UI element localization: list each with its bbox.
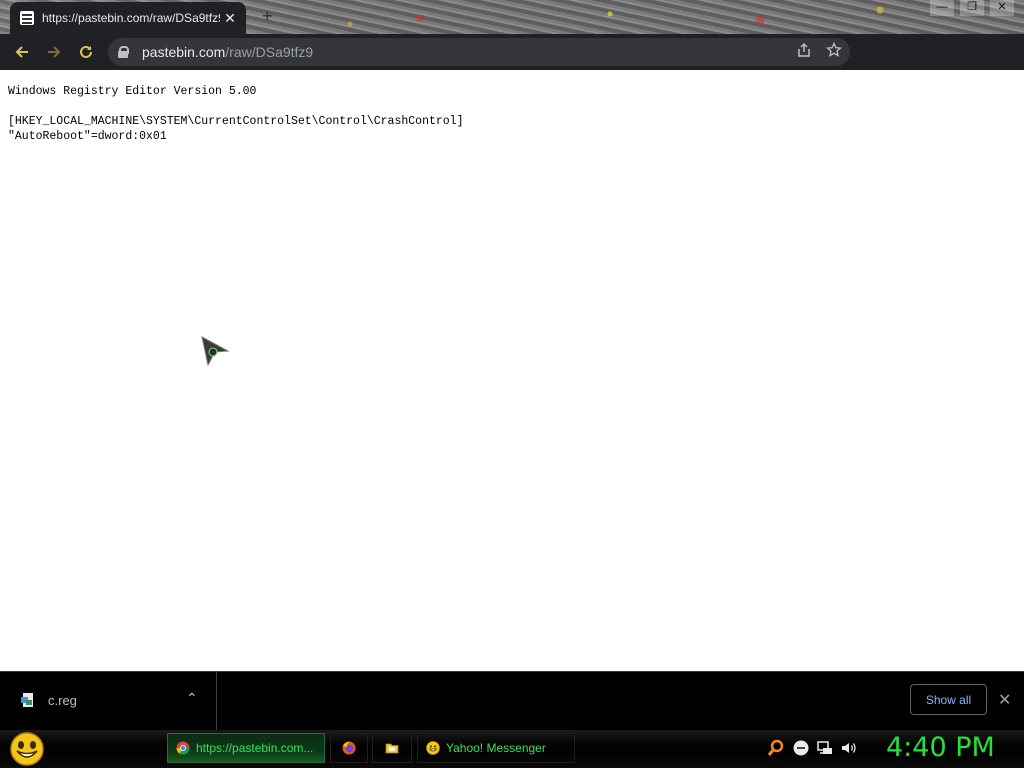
paste-line bbox=[8, 99, 463, 114]
page-content: Windows Registry Editor Version 5.00 [HKE… bbox=[0, 70, 1024, 671]
volume-tray-icon[interactable] bbox=[840, 739, 858, 757]
minimize-button[interactable]: — bbox=[930, 0, 954, 16]
window-controls: — ❐ ✕ bbox=[924, 0, 1014, 16]
paste-line: [HKEY_LOCAL_MACHINE\SYSTEM\CurrentContro… bbox=[8, 115, 464, 128]
close-download-shelf-button[interactable]: ✕ bbox=[998, 690, 1011, 710]
tab-close-button[interactable]: ✕ bbox=[222, 10, 238, 27]
taskbar-item-firefox[interactable] bbox=[330, 733, 368, 763]
reload-icon bbox=[80, 45, 92, 58]
start-button-smiley-icon[interactable] bbox=[8, 731, 46, 767]
taskbar-clock[interactable]: 4:40 PM bbox=[886, 732, 995, 763]
arrow-left-icon bbox=[15, 46, 28, 58]
window-close-button[interactable]: ✕ bbox=[990, 0, 1014, 16]
paste-line: Windows Registry Editor Version 5.00 bbox=[8, 85, 257, 98]
chrome-icon bbox=[176, 741, 190, 755]
download-item[interactable]: c.reg ⌃ bbox=[0, 672, 217, 730]
folder-icon bbox=[385, 743, 399, 754]
taskbar: https://pastebin.com... Yahoo! Messenger bbox=[0, 730, 1024, 768]
window-titlebar: https://pastebin.com/raw/DSa9tfz9 ✕ + — … bbox=[0, 0, 1024, 34]
arrow-right-icon bbox=[48, 46, 61, 58]
new-tab-button[interactable]: + bbox=[262, 6, 273, 27]
paste-line: "AutoReboot"=dword:0x01 bbox=[8, 130, 167, 143]
download-filename: c.reg bbox=[48, 693, 77, 708]
download-shelf: c.reg ⌃ Show all ✕ bbox=[0, 671, 1024, 730]
bookmark-star-icon[interactable] bbox=[826, 42, 842, 58]
raw-paste-text: Windows Registry Editor Version 5.00 [HKE… bbox=[8, 84, 463, 144]
search-tray-icon[interactable] bbox=[767, 739, 785, 757]
yahoo-messenger-icon bbox=[426, 741, 440, 755]
chevron-up-icon[interactable]: ⌃ bbox=[186, 690, 198, 707]
lock-icon[interactable] bbox=[118, 46, 129, 58]
pastebin-favicon-icon bbox=[20, 11, 34, 25]
show-all-downloads-button[interactable]: Show all bbox=[910, 684, 987, 715]
minus-circle-tray-icon[interactable] bbox=[792, 739, 810, 757]
firefox-icon bbox=[342, 741, 356, 755]
maximize-button[interactable]: ❐ bbox=[960, 0, 984, 16]
tab-title: https://pastebin.com/raw/DSa9tfz9 bbox=[42, 11, 220, 25]
share-icon[interactable] bbox=[796, 42, 812, 58]
taskbar-item-label: Yahoo! Messenger bbox=[446, 741, 546, 755]
url-path: /raw/DSa9tfz9 bbox=[225, 44, 314, 60]
address-bar[interactable]: pastebin.com/raw/DSa9tfz9 bbox=[108, 38, 850, 66]
reload-button[interactable] bbox=[70, 36, 102, 68]
taskbar-item-yahoo-messenger[interactable]: Yahoo! Messenger bbox=[417, 733, 575, 763]
back-button[interactable] bbox=[6, 36, 38, 68]
taskbar-item-label: https://pastebin.com... bbox=[196, 741, 314, 755]
mouse-cursor-icon bbox=[201, 336, 230, 367]
registry-file-icon bbox=[21, 693, 33, 707]
taskbar-item-explorer[interactable] bbox=[372, 733, 412, 763]
browser-toolbar: pastebin.com/raw/DSa9tfz9 bbox=[0, 34, 1024, 95]
network-tray-icon[interactable] bbox=[816, 739, 834, 757]
forward-button[interactable] bbox=[38, 36, 70, 68]
taskbar-item-chrome[interactable]: https://pastebin.com... bbox=[167, 733, 325, 763]
url-host: pastebin.com bbox=[142, 44, 226, 60]
browser-tab[interactable]: https://pastebin.com/raw/DSa9tfz9 ✕ bbox=[10, 2, 246, 34]
